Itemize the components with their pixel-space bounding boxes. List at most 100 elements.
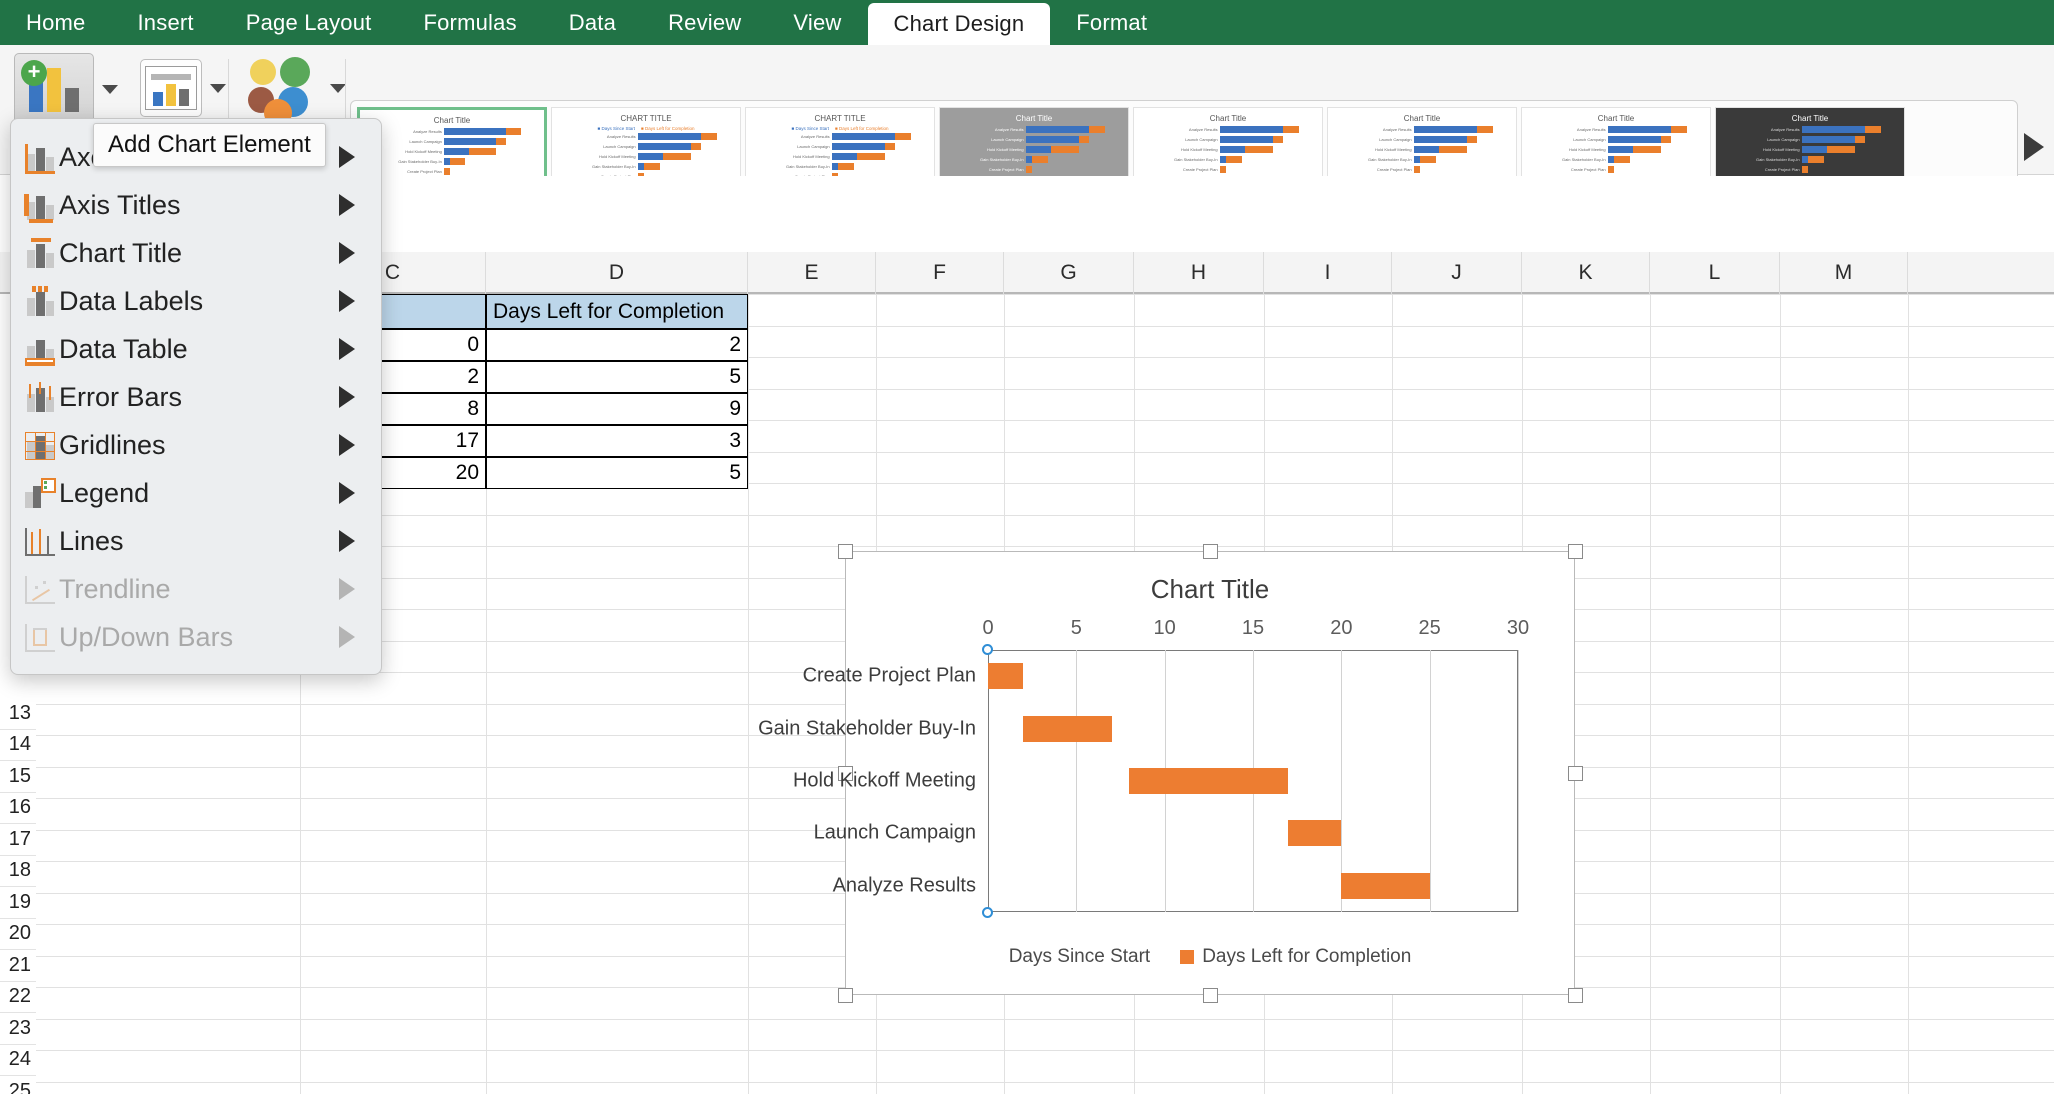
row-header-14[interactable]: 14 xyxy=(0,730,36,761)
thumb-row: Gain Stakeholder Buy-In xyxy=(1530,156,1703,163)
menu-item-axis-titles[interactable]: Axis Titles xyxy=(11,181,381,229)
menu-item-legend[interactable]: Legend xyxy=(11,469,381,517)
row-header-21[interactable]: 21 xyxy=(0,950,36,982)
add-chart-element-button[interactable]: + xyxy=(14,53,94,125)
bar-3[interactable] xyxy=(1288,820,1342,847)
bar-2[interactable] xyxy=(1129,768,1289,794)
bar-4[interactable] xyxy=(1341,872,1430,899)
resize-handle-nw[interactable] xyxy=(838,544,853,559)
row-header-18[interactable]: 18 xyxy=(0,856,36,887)
chevron-down-icon[interactable] xyxy=(330,83,346,93)
column-header-L[interactable]: L xyxy=(1650,252,1780,294)
row-header-17[interactable]: 17 xyxy=(0,824,36,856)
chart-object[interactable]: Chart Title 0 5 10 15 20 25 30 Create Project P… xyxy=(758,544,1583,1003)
legend-label-0: Days Since Start xyxy=(1008,946,1151,967)
column-header-M[interactable]: M xyxy=(1780,252,1908,294)
resize-handle-s[interactable] xyxy=(1203,988,1218,1003)
thumb-bar-track xyxy=(637,153,733,160)
menu-item-data-labels[interactable]: Data Labels xyxy=(11,277,381,325)
row-header-22[interactable]: 22 xyxy=(0,982,36,1013)
tab-home[interactable]: Home xyxy=(0,0,112,45)
category-label-3: Launch Campaign xyxy=(813,821,976,844)
thumb-row: Gain Stakeholder Buy-In xyxy=(1142,156,1315,163)
menu-item-gridlines[interactable]: Gridlines xyxy=(11,421,381,469)
gridline-vertical xyxy=(1518,650,1519,912)
thumb-bar-blue xyxy=(1025,146,1051,153)
legend-item-days-left[interactable]: Days Left for Completion xyxy=(1180,946,1411,968)
thumb-row-label: Hold Kickoff Meeting xyxy=(986,147,1024,152)
submenu-arrow-icon xyxy=(339,578,355,600)
resize-handle-sw[interactable] xyxy=(838,988,853,1003)
plot-handle-nw[interactable] xyxy=(982,644,993,655)
thumb-bar-orange xyxy=(837,163,854,170)
tab-view[interactable]: View xyxy=(767,0,867,45)
cell-C-4[interactable]: 3 xyxy=(486,425,748,457)
tab-review[interactable]: Review xyxy=(642,0,767,45)
column-header-I[interactable]: I xyxy=(1264,252,1392,294)
thumb-bar-blue xyxy=(831,153,857,160)
cell-C-2[interactable]: 5 xyxy=(486,361,748,393)
legend-item-days-since-start[interactable]: Days Since Start xyxy=(1009,946,1151,968)
menu-item-data-table[interactable]: Data Table xyxy=(11,325,381,373)
thumb-row: Hold Kickoff Meeting xyxy=(754,153,927,160)
thumb-row: Gain Stakeholder Buy-In xyxy=(1336,156,1509,163)
tab-data[interactable]: Data xyxy=(543,0,642,45)
thumb-rows: Analyze Results Launch Campaign Hold Kicko… xyxy=(367,128,536,175)
row-header-13[interactable]: 13 xyxy=(0,698,36,730)
thumb-row: Gain Stakeholder Buy-In xyxy=(560,163,733,170)
column-header-J[interactable]: J xyxy=(1392,252,1522,294)
thumb-row: Create Project Plan xyxy=(948,166,1121,173)
thumb-bar-track xyxy=(831,133,927,140)
tab-formulas[interactable]: Formulas xyxy=(397,0,542,45)
chevron-down-icon[interactable] xyxy=(210,83,226,93)
menu-item-chart-title[interactable]: Chart Title xyxy=(11,229,381,277)
resize-handle-ne[interactable] xyxy=(1568,544,1583,559)
column-header-K[interactable]: K xyxy=(1522,252,1650,294)
row-header-23[interactable]: 23 xyxy=(0,1013,36,1045)
cell-C-5[interactable]: 5 xyxy=(486,457,748,489)
plot-area[interactable]: 0 5 10 15 20 25 30 Create Project Plan Gain Stak… xyxy=(758,617,1529,918)
chevron-down-icon[interactable] xyxy=(102,84,118,94)
cell-C-1[interactable]: 2 xyxy=(486,329,748,361)
change-colors-icon[interactable] xyxy=(248,57,322,127)
row-header-16[interactable]: 16 xyxy=(0,793,36,824)
tab-insert[interactable]: Insert xyxy=(112,0,220,45)
column-header-E[interactable]: E xyxy=(748,252,876,294)
tab-chart-design[interactable]: Chart Design xyxy=(867,3,1051,45)
thumb-title: CHART TITLE xyxy=(814,114,866,123)
quick-layout-button[interactable] xyxy=(140,59,202,117)
row-header-19[interactable]: 19 xyxy=(0,887,36,919)
row-header-24[interactable]: 24 xyxy=(0,1045,36,1076)
row-header-25[interactable]: 25 xyxy=(0,1076,36,1094)
plot-handle-sw[interactable] xyxy=(982,907,993,918)
cell-C-3[interactable]: 9 xyxy=(486,393,748,425)
resize-handle-e[interactable] xyxy=(1568,766,1583,781)
column-header-F[interactable]: F xyxy=(876,252,1004,294)
thumb-bar-orange xyxy=(1219,166,1226,173)
resize-handle-n[interactable] xyxy=(1203,544,1218,559)
chart-legend[interactable]: Days Since Start Days Left for Completio… xyxy=(846,946,1574,968)
thumb-bar-orange xyxy=(1225,156,1242,163)
add-chart-element-menu[interactable]: Axes Axis Titles Chart Title Data Labels Dat… xyxy=(10,118,382,675)
column-header-D[interactable]: D xyxy=(486,252,748,294)
thumb-bar-blue xyxy=(1801,146,1827,153)
thumb-rows: Analyze Results Launch Campaign Hold Kicko… xyxy=(1336,126,1509,173)
tab-page-layout[interactable]: Page Layout xyxy=(220,0,398,45)
bar-0[interactable] xyxy=(988,663,1024,690)
menu-item-lines[interactable]: Lines xyxy=(11,517,381,565)
chart-title[interactable]: Chart Title xyxy=(846,574,1574,605)
bar-1[interactable] xyxy=(1023,715,1112,742)
thumb-bar-blue xyxy=(1025,126,1089,133)
thumb-bar-track xyxy=(1025,136,1121,143)
row-header-20[interactable]: 20 xyxy=(0,919,36,950)
cell-C-header[interactable]: Days Left for Completion xyxy=(486,294,748,329)
column-header-H[interactable]: H xyxy=(1134,252,1264,294)
menu-item-error-bars[interactable]: Error Bars xyxy=(11,373,381,421)
thumb-row-label: Gain Stakeholder Buy-In xyxy=(1562,157,1606,162)
row-header-15[interactable]: 15 xyxy=(0,761,36,793)
resize-handle-se[interactable] xyxy=(1568,988,1583,1003)
tab-format[interactable]: Format xyxy=(1050,0,1173,45)
thumb-row: Gain Stakeholder Buy-In xyxy=(367,158,536,165)
gallery-next-arrow-icon[interactable] xyxy=(2024,133,2044,161)
column-header-G[interactable]: G xyxy=(1004,252,1134,294)
